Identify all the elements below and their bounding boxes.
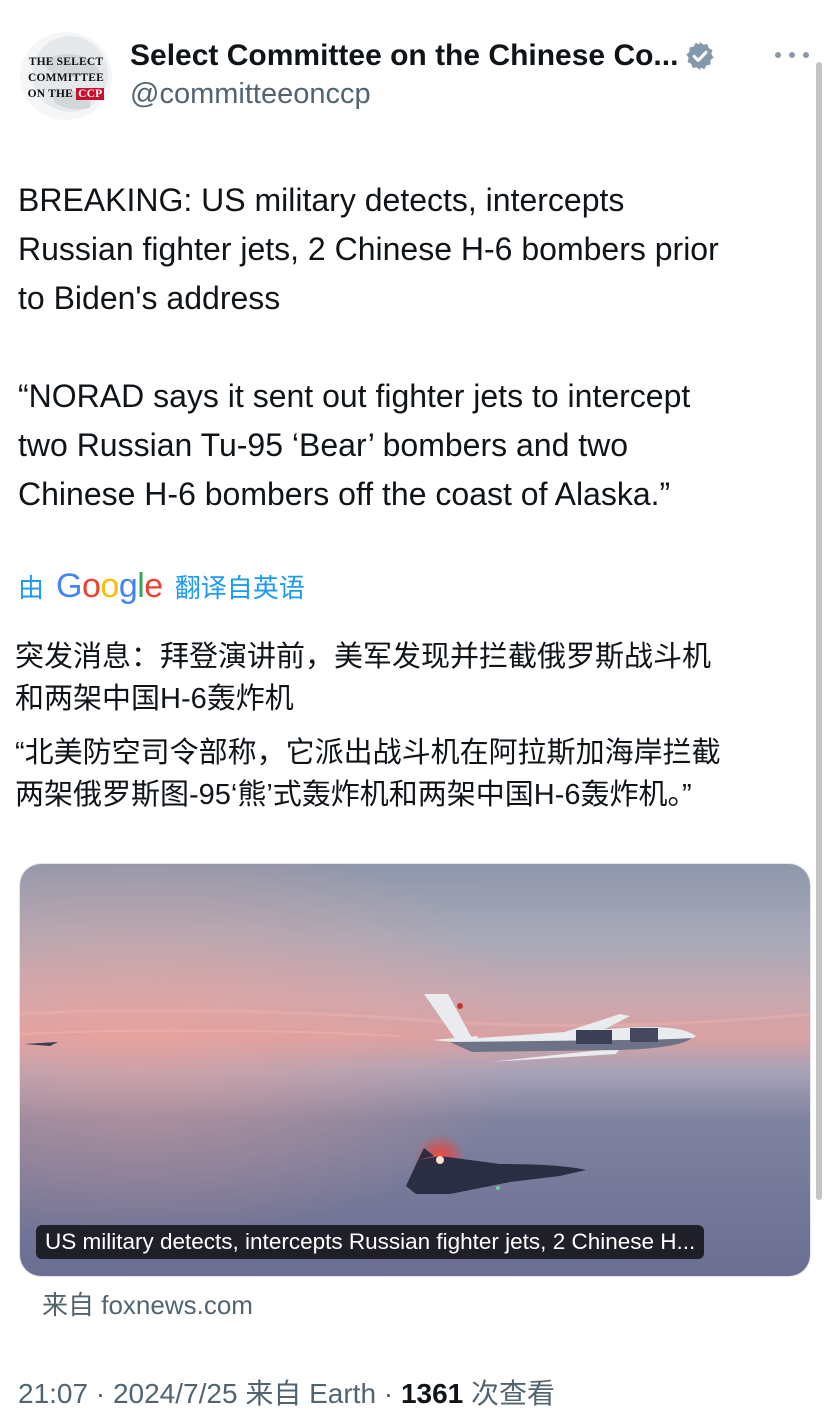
aircraft-photo xyxy=(20,864,810,1276)
translated-line: 突发消息：拜登演讲前，美军发现并拦截俄罗斯战斗机 xyxy=(15,641,712,673)
verified-badge-icon[interactable] xyxy=(684,40,716,72)
translated-line: “北美防空司令部称，它派出战斗机在阿拉斯加海岸拦截 xyxy=(15,737,721,769)
avatar-logo-text: THE SELECT COMMITTEE ON THE CCP xyxy=(27,56,105,100)
google-logo: Google xyxy=(56,566,163,605)
tweet-line: “NORAD says it sent out fighter jets to … xyxy=(18,378,691,414)
translate-prefix: 由 xyxy=(18,572,45,603)
link-card-title[interactable]: US military detects, intercepts Russian … xyxy=(36,1225,705,1259)
translated-line: 两架俄罗斯图-95‘熊’式轰炸机和两架中国H-6轰炸机。” xyxy=(15,779,692,811)
link-source[interactable]: 来自 foxnews.com xyxy=(42,1285,253,1322)
tweet-date[interactable]: 2024/7/25 xyxy=(113,1378,238,1409)
author-name-row: Select Committee on the Chinese Co... xyxy=(130,36,750,76)
author-handle[interactable]: @committeeonccp xyxy=(130,78,371,111)
tweet-line: to Biden's address xyxy=(18,280,281,316)
tweet-text: BREAKING: US military detects, intercept… xyxy=(18,176,818,519)
tweet-line: two Russian Tu-95 ‘Bear’ bombers and two xyxy=(18,427,629,463)
translated-text: 突发消息：拜登演讲前，美军发现并拦截俄罗斯战斗机 和两架中国H-6轰炸机 “北美… xyxy=(15,636,815,816)
tweet-line: Russian fighter jets, 2 Chinese H-6 bomb… xyxy=(18,231,719,267)
tweet-line: BREAKING: US military detects, intercept… xyxy=(18,182,625,218)
tweet-line: Chinese H-6 bombers off the coast of Ala… xyxy=(18,476,671,512)
tweet-header: THE SELECT COMMITTEE ON THE CCP Select C… xyxy=(0,0,828,140)
avatar[interactable]: THE SELECT COMMITTEE ON THE CCP xyxy=(20,32,112,120)
more-options-icon[interactable] xyxy=(772,40,812,70)
tweet-meta: 21:07 · 2024/7/25 来自 Earth · 1361 次查看 xyxy=(18,1378,556,1409)
view-count: 1361 xyxy=(400,1378,464,1409)
tweet-origin: 来自 Earth xyxy=(245,1378,377,1409)
author-display-name[interactable]: Select Committee on the Chinese Co... xyxy=(130,39,678,73)
translate-suffix: 翻译自英语 xyxy=(174,572,305,603)
tweet-time[interactable]: 21:07 xyxy=(18,1378,88,1409)
translated-by-google-link[interactable]: 由 Google 翻译自英语 xyxy=(18,566,305,606)
views-label: 次查看 xyxy=(471,1378,556,1409)
translated-line: 和两架中国H-6轰炸机 xyxy=(15,683,294,715)
link-card-image[interactable]: US military detects, intercepts Russian … xyxy=(19,863,811,1277)
